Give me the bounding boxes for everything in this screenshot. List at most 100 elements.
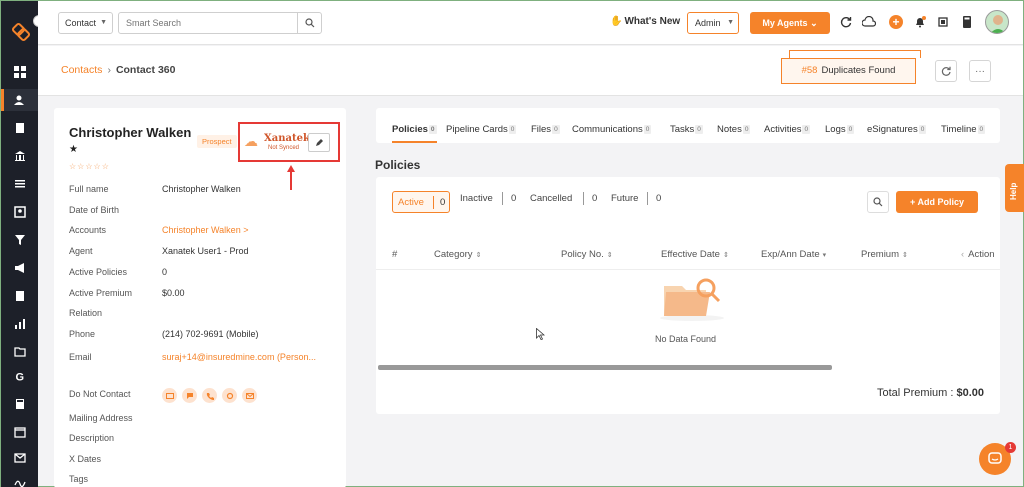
- filter-inactive[interactable]: Inactive: [460, 193, 493, 204]
- field-label: Tags: [69, 474, 89, 484]
- app-logo-icon[interactable]: [10, 21, 32, 43]
- help-tab[interactable]: Help: [1005, 164, 1024, 212]
- user-avatar[interactable]: [985, 10, 1009, 34]
- tab-notes[interactable]: Notes 0: [717, 124, 751, 135]
- empty-state-text: No Data Found: [655, 334, 717, 344]
- sidebar-folder-icon[interactable]: [1, 341, 38, 363]
- sync-button[interactable]: [935, 60, 957, 82]
- column-header-number: #: [392, 249, 398, 260]
- column-label: Effective Date: [661, 249, 720, 260]
- total-premium-value: $0.00: [956, 387, 984, 399]
- smart-search[interactable]: [118, 12, 322, 34]
- field-label: Phone: [69, 329, 96, 339]
- tab-files[interactable]: Files 0: [531, 124, 560, 135]
- duplicates-found-button[interactable]: #58 Duplicates Found: [781, 58, 916, 84]
- cloud-sync-icon[interactable]: [862, 15, 876, 29]
- search-icon[interactable]: [297, 13, 321, 33]
- contact-type-select[interactable]: Contact ▼: [58, 12, 113, 34]
- sidebar-signature-icon[interactable]: [1, 471, 38, 487]
- column-header-policy-no[interactable]: Policy No. ⇕: [561, 249, 613, 260]
- tab-tasks[interactable]: Tasks 0: [670, 124, 703, 135]
- sidebar-dashboard-icon[interactable]: [1, 61, 38, 83]
- sidebar-reports-icon[interactable]: [1, 313, 38, 335]
- xanatek-logo[interactable]: ☁ Xanatek Not Synced: [244, 130, 310, 156]
- chip-icon[interactable]: [936, 15, 950, 29]
- column-header-premium[interactable]: Premium ⇕: [861, 249, 908, 260]
- smart-search-input[interactable]: [119, 13, 294, 33]
- filter-active[interactable]: Active 0: [392, 191, 450, 213]
- sidebar-book-icon[interactable]: [1, 285, 38, 307]
- edit-button[interactable]: [308, 133, 330, 152]
- tab-label: Communications: [572, 124, 643, 135]
- column-header-exp-ann-date[interactable]: Exp/Ann Date ▾: [761, 249, 826, 260]
- filter-active-label: Active: [398, 197, 424, 208]
- mouse-cursor-icon: [536, 328, 545, 340]
- sidebar-contacts-icon[interactable]: [1, 89, 38, 111]
- sidebar-mail-icon[interactable]: [1, 447, 38, 469]
- field-value[interactable]: Christopher Walken >: [162, 225, 248, 235]
- field-value: Xanatek User1 - Prod: [162, 246, 249, 256]
- sidebar-megaphone-icon[interactable]: [1, 257, 38, 279]
- column-header-effective-date[interactable]: Effective Date ⇕: [661, 249, 729, 260]
- phone-icon[interactable]: [202, 388, 217, 403]
- filter-cancelled[interactable]: Cancelled: [530, 193, 572, 204]
- sidebar-contact-card-icon[interactable]: [1, 201, 38, 223]
- column-header-category[interactable]: Category ⇕: [434, 249, 481, 260]
- sidebar-documents-icon[interactable]: [1, 117, 38, 139]
- tab-count-badge: 0: [695, 124, 703, 134]
- field-value[interactable]: suraj+14@insuredmine.com (Person...: [162, 352, 316, 362]
- duplicates-label: Duplicates Found: [821, 65, 896, 76]
- chevron-down-icon: ▼: [100, 19, 107, 26]
- tab-pipeline-cards[interactable]: Pipeline Cards 0: [446, 124, 517, 135]
- svg-text:G: G: [15, 372, 24, 383]
- add-icon[interactable]: +: [889, 15, 903, 29]
- filter-future[interactable]: Future: [611, 193, 638, 204]
- field-value: $0.00: [162, 288, 185, 298]
- mail-icon[interactable]: [162, 388, 177, 403]
- add-policy-button[interactable]: + Add Policy: [896, 191, 978, 213]
- arrow-up-icon: [287, 165, 295, 190]
- email-icon[interactable]: [242, 388, 257, 403]
- breadcrumb-contacts-link[interactable]: Contacts: [61, 64, 102, 76]
- bell-icon[interactable]: [913, 15, 927, 29]
- tab-communications[interactable]: Communications 0: [572, 124, 652, 135]
- tab-label: eSignatures: [867, 124, 918, 135]
- sidebar-bank-icon[interactable]: [1, 145, 38, 167]
- horizontal-scrollbar[interactable]: [378, 365, 832, 370]
- role-select[interactable]: Admin ▼: [687, 12, 739, 34]
- more-options-button[interactable]: ···: [969, 60, 991, 82]
- tab-count-badge: 0: [846, 124, 855, 134]
- tab-policies[interactable]: Policies 0: [392, 124, 437, 143]
- whats-new-label: What's New: [624, 16, 681, 27]
- policy-search-icon[interactable]: [867, 191, 889, 213]
- chevron-down-icon: ▼: [727, 19, 734, 26]
- xanatek-name: Xanatek: [264, 133, 310, 144]
- sidebar-google-icon[interactable]: G: [1, 365, 38, 387]
- calculator-icon[interactable]: [960, 15, 974, 29]
- filter-active-count: 0: [440, 197, 446, 208]
- sidebar-list-icon[interactable]: [1, 173, 38, 195]
- favorite-star-icon[interactable]: ★: [69, 144, 78, 155]
- tab-label: Files: [531, 124, 552, 135]
- tab-logs[interactable]: Logs 0: [825, 124, 855, 135]
- chat-icon[interactable]: [182, 388, 197, 403]
- sidebar: G: [1, 1, 38, 487]
- sort-icon: ⇕: [902, 252, 908, 259]
- tab-timeline[interactable]: Timeline 0: [941, 124, 986, 135]
- sidebar-calendar-icon[interactable]: [1, 421, 38, 443]
- field-label: Full name: [69, 184, 109, 194]
- refresh-icon[interactable]: [839, 15, 853, 29]
- tab-activities[interactable]: Activities 0: [764, 124, 811, 135]
- tab-label: Timeline: [941, 124, 977, 135]
- contact-type-value: Contact: [65, 18, 97, 28]
- tab-count-badge: 0: [802, 124, 811, 134]
- whats-new-link[interactable]: ✋ What's New: [610, 16, 680, 27]
- tab-esignatures[interactable]: eSignatures 0: [867, 124, 927, 135]
- field-label: X Dates: [69, 454, 102, 464]
- my-agents-button[interactable]: My Agents ⌄: [750, 12, 830, 34]
- sidebar-filter-icon[interactable]: [1, 229, 38, 251]
- settings-icon[interactable]: [222, 388, 237, 403]
- sidebar-calculator-icon[interactable]: [1, 393, 38, 415]
- rating-stars[interactable]: ☆☆☆☆☆: [69, 162, 110, 171]
- chat-bubble-icon: [988, 452, 1002, 464]
